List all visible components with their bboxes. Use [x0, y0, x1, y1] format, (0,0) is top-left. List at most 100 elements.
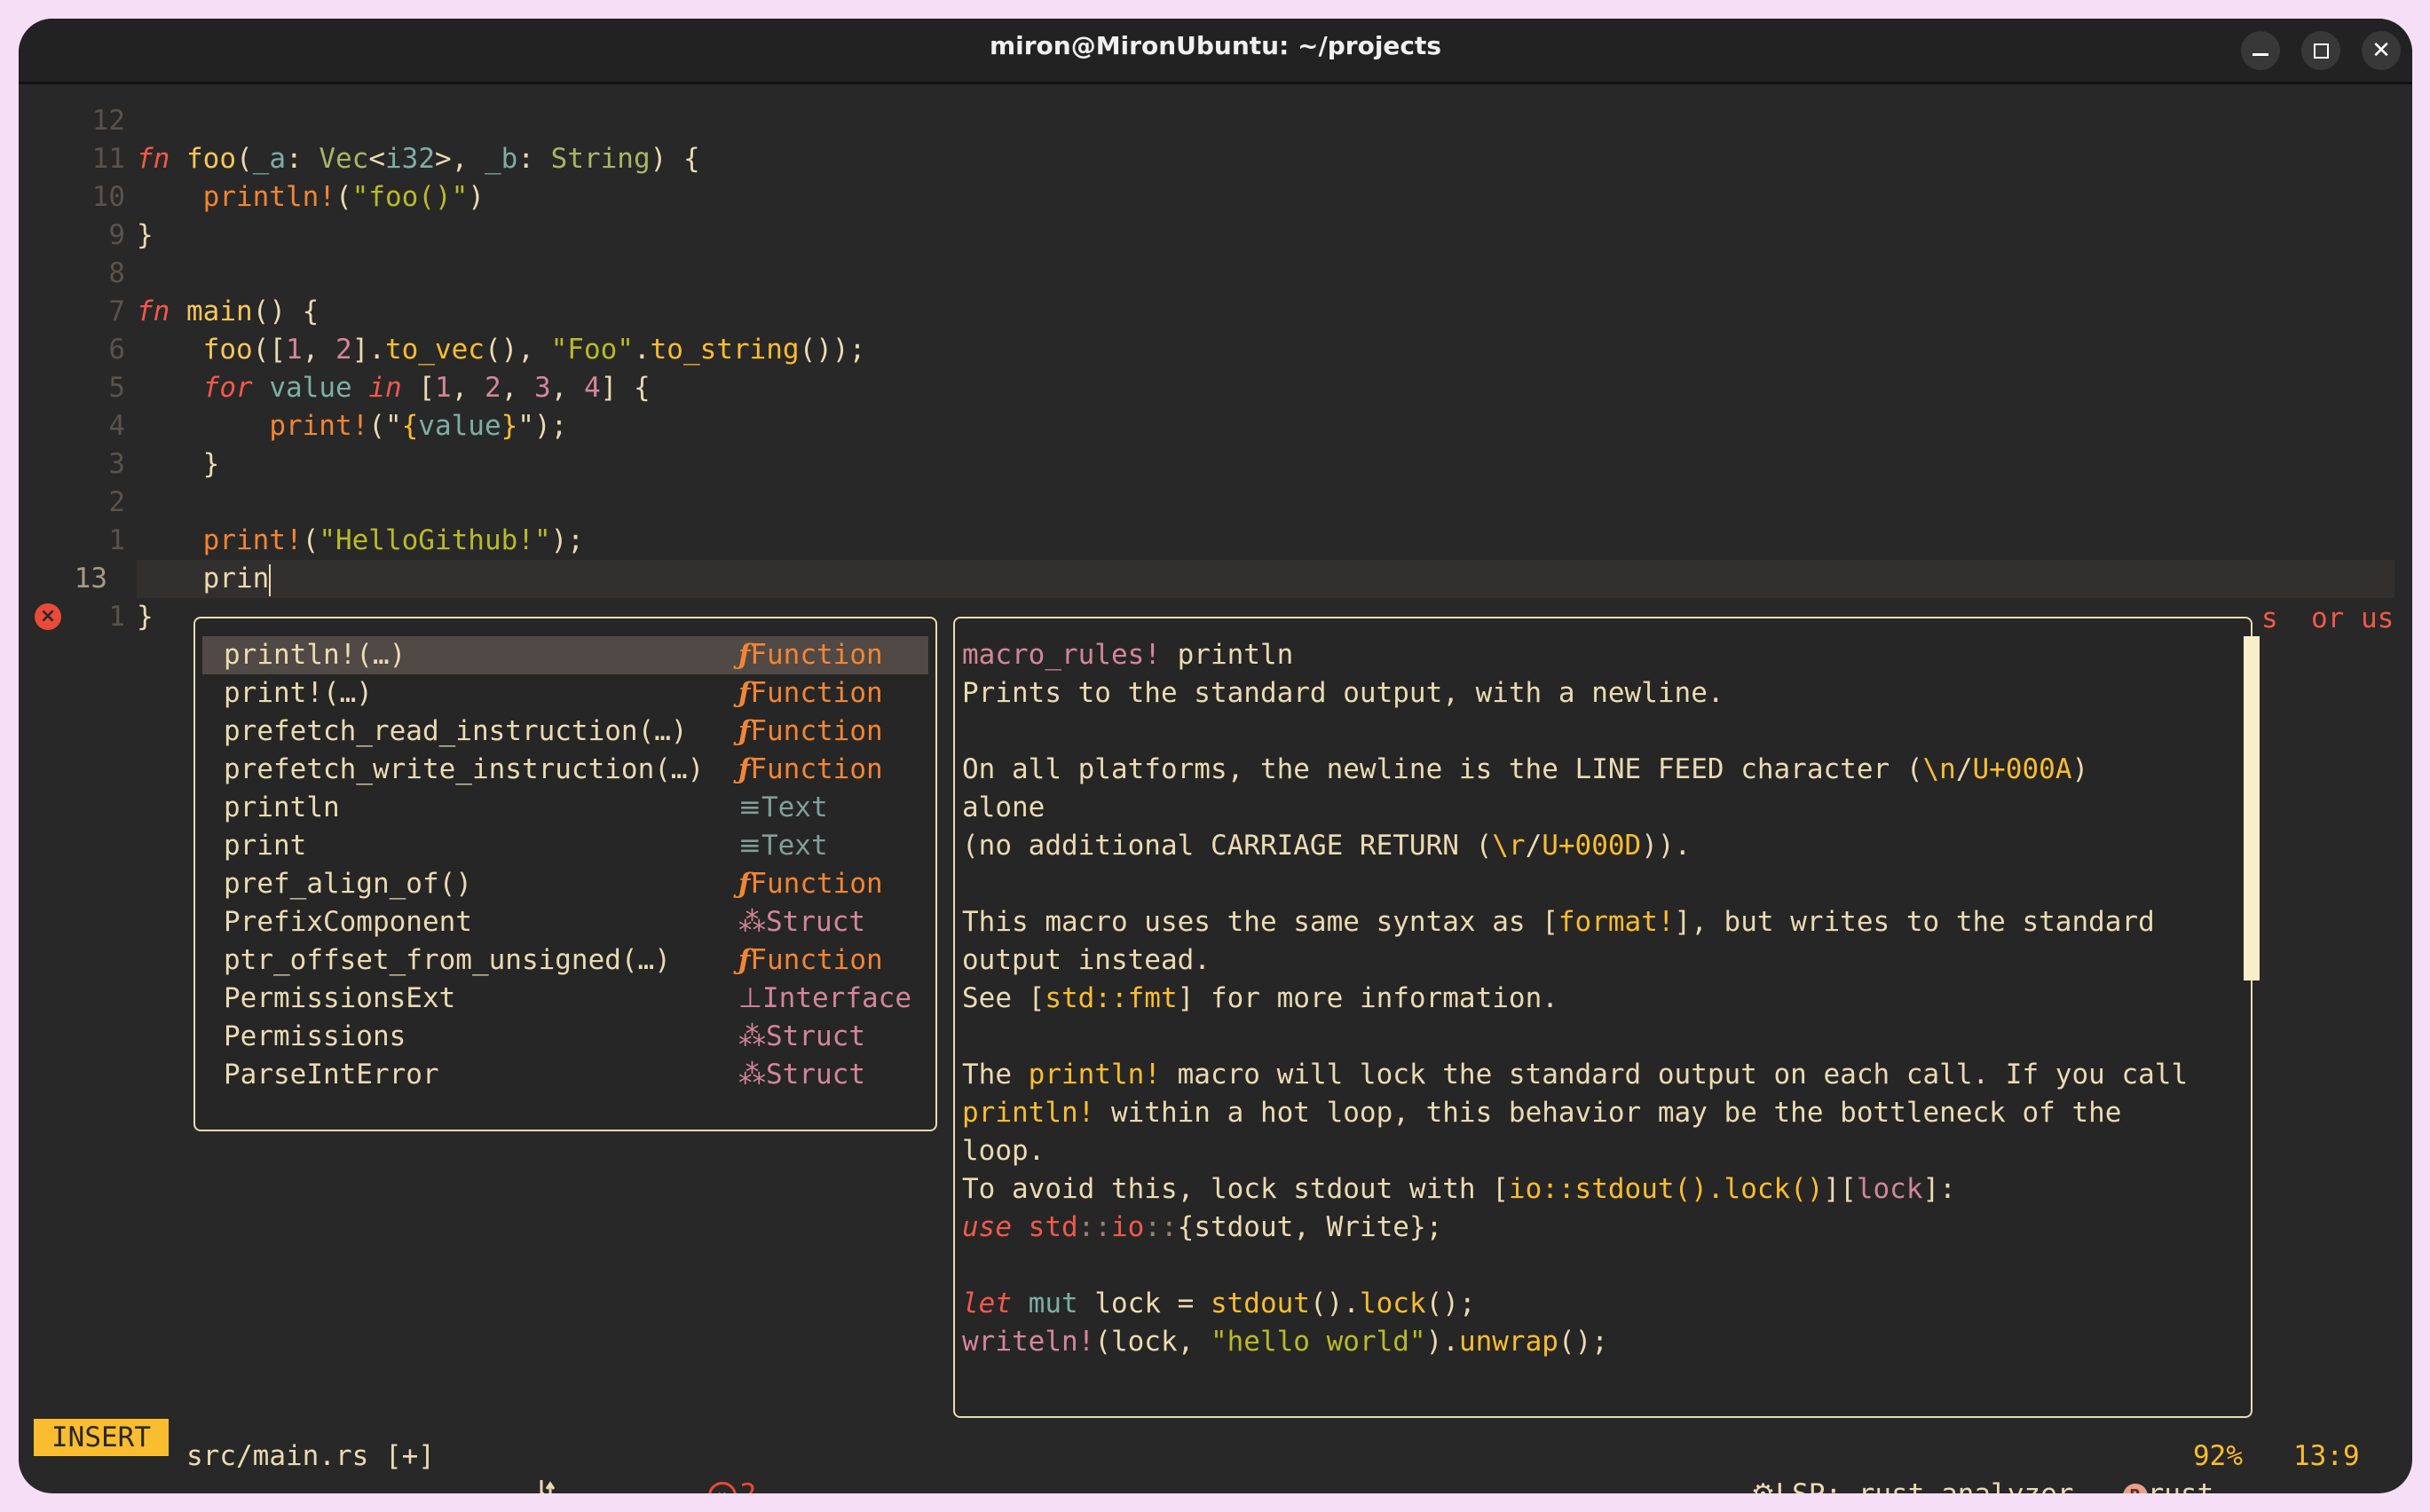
- code-token: ().: [1309, 1288, 1360, 1319]
- code-token: macro will lock the standard output on e…: [1160, 1059, 2189, 1091]
- completion-kind-label: Function: [750, 639, 883, 671]
- code-token: "hello world": [1210, 1326, 1426, 1358]
- code-token: print!: [269, 410, 369, 442]
- completion-item[interactable]: println ≡Text: [202, 789, 928, 827]
- completion-kind: ƒFunction: [738, 865, 883, 903]
- text-icon: ≡: [738, 791, 761, 823]
- doc-scrollbar[interactable]: [2244, 636, 2260, 980]
- code-line[interactable]: fn main() {: [137, 293, 319, 331]
- code-line[interactable]: foo([1, 2].to_vec(), "Foo".to_string());: [137, 331, 866, 369]
- code-line[interactable]: fn foo(_a: Vec<i32>, _b: String) {: [137, 140, 700, 178]
- gears-icon: ⚙: [1751, 1478, 1776, 1493]
- code-token: 2: [335, 334, 352, 366]
- doc-line: output instead.: [962, 941, 1211, 980]
- current-line-highlight: [137, 560, 2394, 598]
- completion-item[interactable]: print ≡Text: [202, 827, 928, 865]
- completion-item[interactable]: PermissionsExt ⊥Interface: [202, 980, 928, 1018]
- code-token: ::: [1077, 1211, 1111, 1243]
- code-line[interactable]: prin: [137, 560, 272, 598]
- code-line[interactable]: for value in [1, 2, 3, 4] {: [137, 369, 651, 407]
- code-token: 1: [434, 372, 452, 404]
- doc-line: alone: [962, 789, 1045, 827]
- code-token: println: [1160, 639, 1294, 671]
- code-token: foo: [202, 334, 253, 366]
- maximize-icon: [2313, 43, 2329, 59]
- completion-item[interactable]: print!(…) ƒFunction: [202, 674, 928, 713]
- line-number: 11: [91, 143, 125, 175]
- code-line[interactable]: }: [137, 445, 220, 484]
- code-token: {stdout, Write};: [1177, 1211, 1443, 1243]
- code-token: value: [418, 410, 501, 442]
- completion-menu: println!(…) ƒFunction print!(…) ƒFunction pr…: [193, 617, 937, 1131]
- code-token: value: [269, 372, 352, 404]
- error-sign-icon: ×: [35, 603, 61, 630]
- completion-kind: ⁂Struct: [738, 1056, 865, 1094]
- code-token: main: [186, 295, 253, 327]
- lsp-name: LSP: rust_analyzer: [1775, 1478, 2073, 1493]
- completion-item[interactable]: ParseIntError ⁂Struct: [202, 1056, 928, 1094]
- code-token: io: [1111, 1211, 1145, 1243]
- completion-kind: ƒFunction: [738, 751, 883, 789]
- doc-line: This macro uses the same syntax as [form…: [962, 903, 2155, 941]
- completion-kind: ≡Text: [738, 789, 828, 827]
- completion-label: Permissions: [224, 1020, 406, 1052]
- code-line[interactable]: }: [137, 217, 154, 255]
- completion-item[interactable]: println!(…) ƒFunction: [202, 636, 928, 674]
- minimize-button[interactable]: [2241, 31, 2280, 70]
- code-token: in: [368, 372, 402, 404]
- line-number: 2: [108, 486, 125, 518]
- file-name: src/main.rs [+]: [186, 1440, 435, 1472]
- code-token: }: [137, 448, 220, 480]
- mode-indicator: INSERT: [34, 1419, 169, 1456]
- code-token: for: [202, 372, 253, 404]
- maximize-button[interactable]: [2301, 31, 2340, 70]
- line-number: 12: [91, 105, 125, 137]
- code-token: On all platforms, the newline is the LIN…: [962, 753, 1923, 785]
- close-icon: ✕: [2371, 37, 2391, 64]
- code-token: lock: [1359, 1288, 1426, 1319]
- code-line[interactable]: print!("HelloGithub!");: [137, 522, 584, 560]
- completion-item[interactable]: pref_align_of() ƒFunction: [202, 865, 928, 903]
- completion-kind-label: Struct: [766, 906, 865, 938]
- code-line[interactable]: println!("foo()"): [137, 178, 485, 217]
- code-token: ] for more information.: [1177, 982, 1558, 1014]
- code-line[interactable]: print!("{value}");: [137, 407, 567, 445]
- line-number: 3: [108, 448, 125, 480]
- code-token: _a: [252, 143, 286, 175]
- completion-kind-label: Struct: [766, 1059, 865, 1091]
- function-icon: ƒ: [738, 868, 751, 900]
- doc-line: let mut lock = stdout().lock();: [962, 1285, 1476, 1323]
- completion-kind-label: Function: [750, 868, 883, 900]
- code-token: ][: [1823, 1173, 1857, 1205]
- code-token: println!: [962, 1097, 1095, 1129]
- text-icon: ≡: [738, 830, 761, 862]
- completion-item[interactable]: Permissions ⁂Struct: [202, 1018, 928, 1056]
- completion-label: pref_align_of(): [224, 868, 472, 900]
- window-title: miron@MironUbuntu: ~/projects: [989, 31, 1442, 60]
- code-token: Prints to the standard output, with a ne…: [962, 677, 1724, 709]
- code-token: "foo()": [351, 181, 469, 213]
- close-button[interactable]: ✕: [2362, 31, 2401, 70]
- completion-item[interactable]: PrefixComponent ⁂Struct: [202, 903, 928, 941]
- code-token: :: [517, 143, 551, 175]
- code-token: lock =: [1077, 1288, 1211, 1319]
- code-line[interactable]: }: [137, 598, 154, 636]
- code-token: prin: [137, 563, 270, 595]
- code-token: (: [236, 143, 253, 175]
- completion-item[interactable]: prefetch_read_instruction(…) ƒFunction: [202, 713, 928, 751]
- code-token: to_vec: [384, 334, 485, 366]
- code-token: :: [286, 143, 320, 175]
- code-token: io::stdout().lock(): [1508, 1173, 1824, 1205]
- completion-item[interactable]: ptr_offset_from_unsigned(…) ƒFunction: [202, 941, 928, 980]
- completion-kind: ƒFunction: [738, 636, 883, 674]
- completion-item[interactable]: prefetch_write_instruction(…) ƒFunction: [202, 751, 928, 789]
- error-count[interactable]: ×2: [642, 1437, 756, 1493]
- line-number: 5: [108, 372, 125, 404]
- code-token: ]:: [1922, 1173, 1956, 1205]
- code-token: ].: [351, 334, 385, 366]
- line-number: 4: [108, 410, 125, 442]
- completion-label: PermissionsExt: [224, 982, 456, 1014]
